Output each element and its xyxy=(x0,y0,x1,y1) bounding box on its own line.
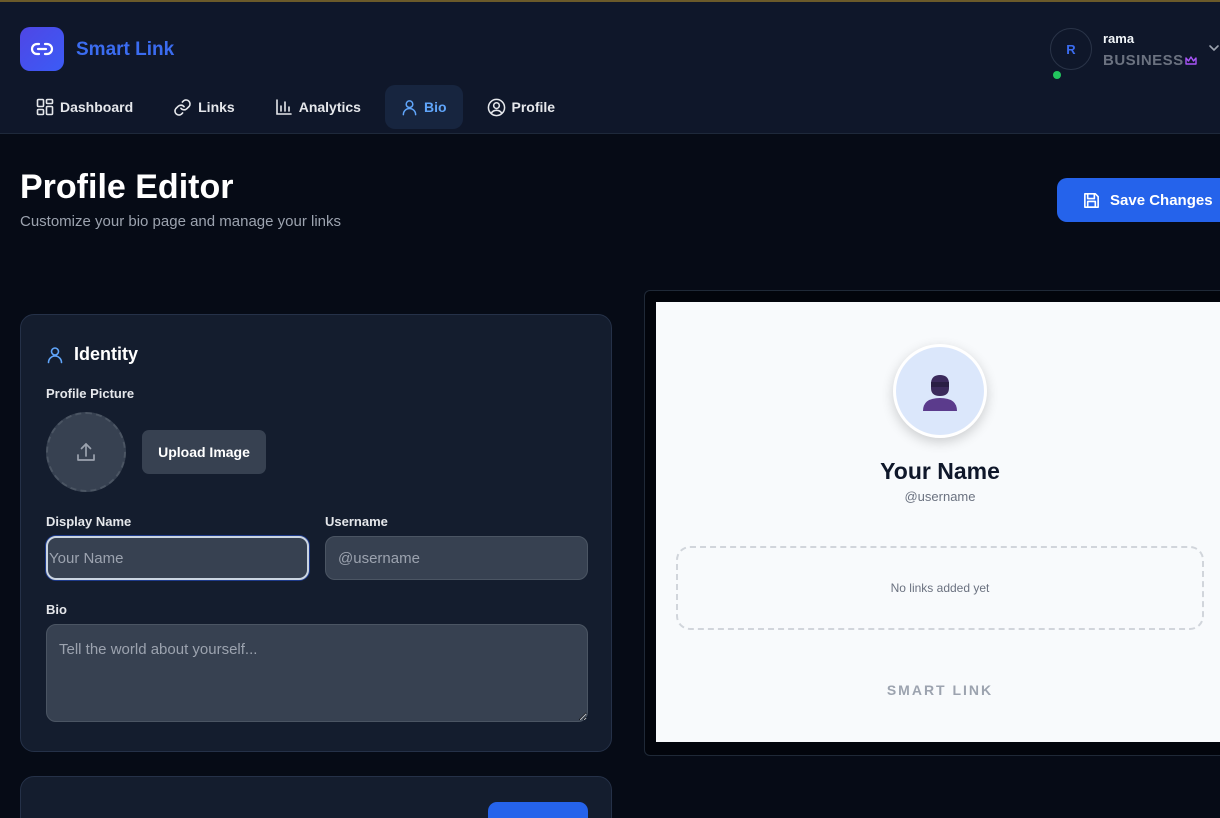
bio-preview: Your Name @username No links added yet S… xyxy=(656,302,1220,742)
dashboard-icon xyxy=(36,98,54,116)
person-icon xyxy=(923,375,957,411)
nav-item-label: Dashboard xyxy=(60,99,134,115)
save-icon xyxy=(1084,192,1099,208)
user-avatar[interactable]: R xyxy=(1050,28,1092,70)
bio-textarea[interactable] xyxy=(46,624,588,722)
add-link-button[interactable] xyxy=(488,802,588,818)
username-input[interactable] xyxy=(325,536,588,580)
nav-item-label: Links xyxy=(198,99,235,115)
user-plan-label: BUSINESS xyxy=(1103,52,1184,69)
identity-card: Identity Profile Picture Upload Image Di… xyxy=(20,314,612,752)
nav-item-bio[interactable]: Bio xyxy=(384,85,463,129)
nav-item-profile[interactable]: Profile xyxy=(471,85,572,129)
nav-item-analytics[interactable]: Analytics xyxy=(259,85,377,129)
bio-label: Bio xyxy=(46,602,67,617)
nav-item-label: Analytics xyxy=(298,99,361,115)
identity-heading: Identity xyxy=(46,344,138,365)
links-card xyxy=(20,776,612,818)
nav-item-label: Profile xyxy=(511,99,556,115)
save-changes-label: Save Changes xyxy=(1110,191,1213,209)
save-changes-button[interactable]: Save Changes xyxy=(1057,178,1220,222)
user-plan: BUSINESS xyxy=(1103,52,1197,69)
chevron-down-icon[interactable] xyxy=(1208,42,1220,54)
preview-avatar xyxy=(893,344,987,438)
preview-links-empty: No links added yet xyxy=(676,546,1204,630)
upload-icon xyxy=(77,443,95,461)
nav-item-links[interactable]: Links xyxy=(157,85,251,129)
analytics-icon xyxy=(275,99,292,115)
user-icon xyxy=(47,346,63,363)
profile-picture-dropzone[interactable] xyxy=(46,412,126,492)
preview-brand-footer: SMART LINK xyxy=(886,682,994,698)
nav-item-dashboard[interactable]: Dashboard xyxy=(20,85,149,129)
profile-picture-label: Profile Picture xyxy=(46,386,135,401)
page-subtitle: Customize your bio page and manage your … xyxy=(20,213,342,230)
main-nav: Dashboard Links Analytics Bio Profile xyxy=(20,85,571,130)
link-icon xyxy=(174,98,191,116)
identity-heading-label: Identity xyxy=(74,344,139,364)
user-icon xyxy=(402,99,417,115)
page-title: Profile Editor xyxy=(20,168,234,206)
app-name[interactable]: Smart Link xyxy=(76,39,174,61)
nav-item-label: Bio xyxy=(423,99,447,115)
app-logo[interactable] xyxy=(20,27,64,71)
display-name-input[interactable] xyxy=(46,536,309,580)
profile-circle-icon xyxy=(487,98,505,116)
display-name-label: Display Name xyxy=(46,514,132,529)
app-header: Smart Link R rama BUSINESS Dashboard Lin… xyxy=(0,2,1220,134)
username-label: Username xyxy=(325,514,388,529)
user-name: rama xyxy=(1103,31,1135,46)
preview-empty-message: No links added yet xyxy=(890,581,990,595)
preview-display-name: Your Name xyxy=(880,458,1000,484)
crown-icon xyxy=(1184,55,1197,65)
upload-image-button[interactable]: Upload Image xyxy=(142,430,266,474)
preview-username: @username xyxy=(904,489,976,504)
online-status-indicator xyxy=(1053,71,1061,79)
link-icon xyxy=(30,42,54,56)
